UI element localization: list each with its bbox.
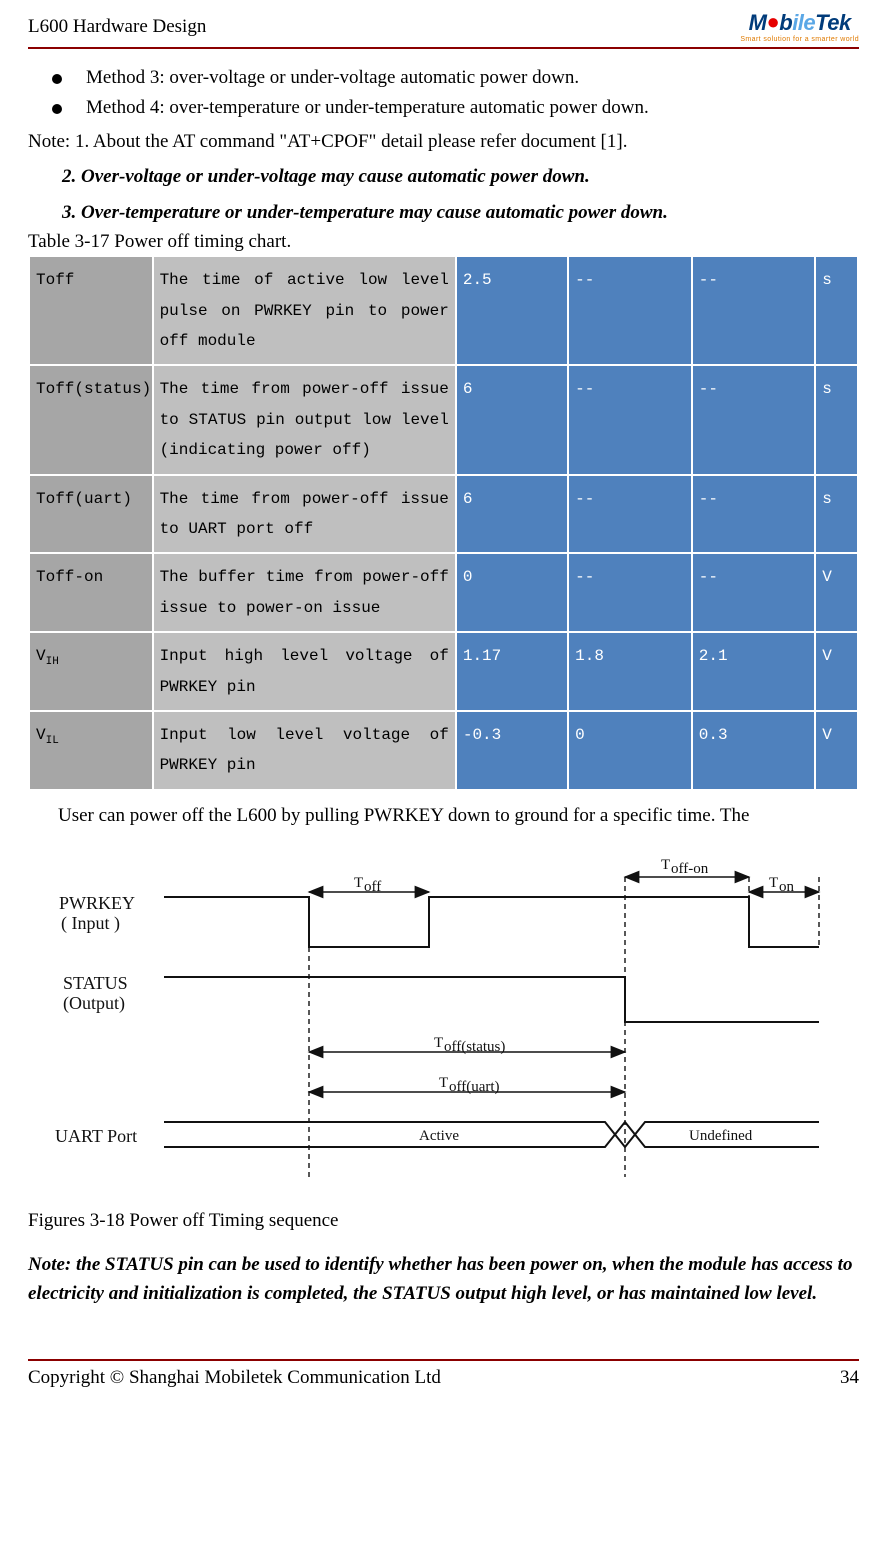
svg-text:T: T	[354, 875, 363, 891]
diag-label-status-sub: (Output)	[63, 993, 125, 1014]
svg-text:T: T	[661, 857, 670, 873]
logo-part-tek: Tek	[815, 10, 851, 35]
cell-param: Toff(status)	[29, 365, 153, 474]
cell-typ: --	[568, 553, 692, 632]
cell-desc: Input high level voltage of PWRKEY pin	[153, 632, 456, 711]
table-row: Toff(status) The time from power-off iss…	[29, 365, 858, 474]
cell-unit: V	[815, 632, 858, 711]
cell-max: --	[692, 256, 816, 365]
cell-max: 2.1	[692, 632, 816, 711]
list-item: Method 3: over-voltage or under-voltage …	[48, 67, 859, 89]
table-row: Toff-on The buffer time from power-off i…	[29, 553, 858, 632]
logo-part-ile: ile	[792, 10, 815, 35]
table-caption: Table 3-17 Power off timing chart.	[28, 231, 859, 253]
list-text: Method 3: over-voltage or under-voltage …	[86, 67, 579, 88]
cell-max: --	[692, 365, 816, 474]
param-pre: V	[36, 726, 46, 744]
cell-unit: s	[815, 365, 858, 474]
cell-desc: The time of active low level pulse on PW…	[153, 256, 456, 365]
note-paragraph: Note: the STATUS pin can be used to iden…	[28, 1250, 859, 1309]
cell-max: --	[692, 553, 816, 632]
note-line-bold: 2. Over-voltage or under-voltage may cau…	[62, 162, 859, 191]
logo-part-b: b	[779, 10, 792, 35]
footer-rule	[28, 1359, 859, 1361]
param-sub: IL	[46, 735, 59, 747]
method-list: Method 3: over-voltage or under-voltage …	[48, 67, 859, 119]
table-row: Toff(uart) The time from power-off issue…	[29, 475, 858, 554]
footer-page-number: 34	[840, 1367, 859, 1389]
body-text: User can power off the L600 by pulling P…	[58, 805, 859, 827]
diag-label-pwrkey: PWRKEY	[59, 893, 135, 913]
cell-desc: The time from power-off issue to STATUS …	[153, 365, 456, 474]
cell-min: 2.5	[456, 256, 568, 365]
list-text: Method 4: over-temperature or under-temp…	[86, 97, 649, 118]
footer-copyright: Copyright © Shanghai Mobiletek Communica…	[28, 1367, 441, 1389]
logo-text: M●bileTek	[749, 10, 851, 36]
cell-typ: --	[568, 475, 692, 554]
svg-text:on: on	[779, 879, 795, 895]
cell-min: 0	[456, 553, 568, 632]
page-header: L600 Hardware Design M●bileTek Smart sol…	[28, 10, 859, 43]
cell-unit: V	[815, 553, 858, 632]
svg-text:off: off	[364, 879, 381, 895]
table-row: VIL Input low level voltage of PWRKEY pi…	[29, 711, 858, 790]
svg-text:off(status): off(status)	[444, 1039, 505, 1055]
cell-typ: --	[568, 256, 692, 365]
diag-text-undef: Undefined	[689, 1128, 753, 1144]
diag-text-active: Active	[419, 1128, 459, 1144]
cell-param: VIH	[29, 632, 153, 711]
cell-typ: 1.8	[568, 632, 692, 711]
cell-min: 6	[456, 475, 568, 554]
param-sub: IH	[46, 656, 59, 668]
note-line: Note: 1. About the AT command "AT+CPOF" …	[28, 127, 859, 156]
table-row: VIH Input high level voltage of PWRKEY p…	[29, 632, 858, 711]
param-pre: V	[36, 647, 46, 665]
svg-text:off(uart): off(uart)	[449, 1079, 500, 1095]
header-rule	[28, 47, 859, 49]
figure-caption: Figures 3-18 Power off Timing sequence	[28, 1210, 859, 1232]
svg-text:T: T	[769, 875, 778, 891]
logo-tagline: Smart solution for a smarter world	[740, 36, 859, 43]
cell-desc: The time from power-off issue to UART po…	[153, 475, 456, 554]
cell-desc: Input low level voltage of PWRKEY pin	[153, 711, 456, 790]
doc-title: L600 Hardware Design	[28, 16, 206, 38]
bullet-icon	[52, 74, 62, 84]
logo-part-m: M	[749, 10, 767, 35]
cell-param: Toff(uart)	[29, 475, 153, 554]
params-table: Toff The time of active low level pulse …	[28, 255, 859, 790]
cell-typ: 0	[568, 711, 692, 790]
cell-unit: s	[815, 475, 858, 554]
table-row: Toff The time of active low level pulse …	[29, 256, 858, 365]
diag-label-pwrkey-sub: ( Input )	[61, 913, 120, 934]
cell-param: Toff	[29, 256, 153, 365]
cell-min: 1.17	[456, 632, 568, 711]
bullet-icon	[52, 104, 62, 114]
brand-logo: M●bileTek Smart solution for a smarter w…	[740, 10, 859, 43]
cell-min: -0.3	[456, 711, 568, 790]
diag-label-uart: UART Port	[55, 1126, 137, 1146]
cell-typ: --	[568, 365, 692, 474]
timing-diagram: PWRKEY ( Input ) STATUS (Output) UART Po…	[49, 847, 839, 1182]
diag-label-status: STATUS	[63, 973, 128, 993]
cell-unit: V	[815, 711, 858, 790]
list-item: Method 4: over-temperature or under-temp…	[48, 97, 859, 119]
svg-text:T: T	[439, 1075, 448, 1091]
cell-param: Toff-on	[29, 553, 153, 632]
svg-text:off-on: off-on	[671, 861, 709, 877]
logo-dot-icon: ●	[766, 9, 779, 34]
svg-text:T: T	[434, 1035, 443, 1051]
cell-max: --	[692, 475, 816, 554]
timing-diagram-svg: PWRKEY ( Input ) STATUS (Output) UART Po…	[49, 847, 839, 1177]
note-line-bold: 3. Over-temperature or under-temperature…	[62, 198, 859, 227]
cell-unit: s	[815, 256, 858, 365]
page-footer: Copyright © Shanghai Mobiletek Communica…	[28, 1367, 859, 1389]
cell-param: VIL	[29, 711, 153, 790]
cell-desc: The buffer time from power-off issue to …	[153, 553, 456, 632]
cell-min: 6	[456, 365, 568, 474]
cell-max: 0.3	[692, 711, 816, 790]
